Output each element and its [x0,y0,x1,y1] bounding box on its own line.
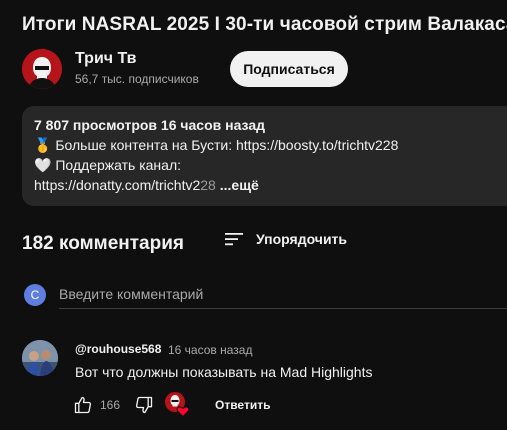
my-avatar: С [24,284,46,306]
show-more-link[interactable]: ...ещё [220,177,259,193]
channel-avatar[interactable] [22,49,62,89]
comment-time[interactable]: 16 часов назад [168,343,252,357]
dislike-button[interactable] [134,395,154,420]
sort-label: Упорядочить [256,231,348,247]
subscribe-button[interactable]: Подписаться [230,51,348,87]
description-line-donatty: https://donatty.com/trichtv228 ...ещё [34,177,259,193]
view-stats: 7 807 просмотров 16 часов назад [34,117,265,133]
comment-input[interactable] [59,280,507,309]
commenter-avatar[interactable] [22,340,58,376]
like-count: 166 [100,398,121,412]
description-line-boosty: 🥇 Больше контента на Бусти: https://boos… [34,137,399,153]
comment-text: Вот что должны показывать на Mad Highlig… [75,364,373,380]
creator-heart-badge [164,391,190,418]
donatty-link[interactable]: https://donatty.com/trichtv2 [34,177,200,193]
donatty-link-faded: 28 [200,177,216,193]
video-title: Итоги NASRAL 2025 I 30-ти часовой стрим … [22,14,507,35]
description-line-support: 🤍 Поддержать канал: [34,157,182,173]
like-button[interactable] [73,395,93,420]
comments-count: 182 комментария [22,233,184,254]
sort-icon [225,233,243,246]
commenter-photo-icon [22,340,58,376]
creator-heart-icon [165,392,190,418]
thumbs-up-icon [74,396,92,414]
subscriber-count: 56,7 тыс. подписчиков [75,72,199,86]
description-box[interactable]: 7 807 просмотров 16 часов назад 🥇 Больше… [22,106,507,206]
channel-name[interactable]: Трич Тв [75,50,137,68]
masked-figure-avatar-icon [22,49,62,89]
comment-author[interactable]: @rouhouse568 [75,342,161,356]
sort-button[interactable]: Упорядочить [224,231,347,247]
reply-button[interactable]: Ответить [215,398,270,412]
thumbs-down-icon [135,396,153,414]
